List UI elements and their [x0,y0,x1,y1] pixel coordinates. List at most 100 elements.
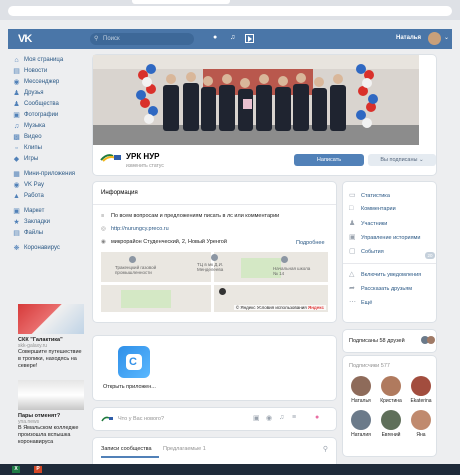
community-logo[interactable] [100,152,122,162]
subscriber[interactable]: Евгений [377,410,405,438]
menu-item-statistics[interactable]: ▭ Статистика [349,191,390,199]
sidebar: ⌂ Моя страница ▤ Новости ◉ Мессенджер ♟ Друз… [12,55,88,254]
map-pin-icon[interactable] [129,256,136,263]
sidebar-item-games[interactable]: ◆ Игры [12,154,88,165]
map[interactable]: Тракенцкий газовой промышленности ТЦ в м… [101,252,328,312]
sidebar-item-bookmarks[interactable]: ★ Закладки [12,217,88,228]
powerpoint-icon[interactable]: P [34,466,42,473]
camera-icon[interactable]: ▣ [253,414,260,422]
menu-item-notifications[interactable]: △ Включить уведомления [349,270,421,278]
friends-label: Подписаны 58 друзей [349,338,405,344]
chevron-down-icon[interactable]: ⌄ [444,34,449,41]
ad-item[interactable]: СКК "Галактика" skk-galaxy.ru Совершите … [18,304,84,370]
menu-item-share[interactable]: ➦ Рассказать друзьям [349,284,412,292]
sidebar-item-clips[interactable]: ▫ Клипы [12,143,88,154]
bell-icon[interactable]: ● [213,34,217,41]
user-name[interactable]: Наталья [396,35,421,41]
article-icon[interactable]: ≡ [292,414,296,421]
map-road [211,252,214,312]
browser-tab[interactable] [132,0,230,4]
write-button[interactable]: Написать [294,154,364,166]
map-label: Начальная школа № 14 [273,266,311,276]
music-icon[interactable]: ♫ [279,414,284,421]
sidebar-item-files[interactable]: ▤ Файлы [12,228,88,239]
ad-image[interactable] [18,304,84,334]
sidebar-item-mini-apps[interactable]: ▦ Мини-приложения [12,169,88,180]
subscribed-button[interactable]: Вы подписаны ⌄ [368,154,436,166]
info-website: ◎ http://nurungcy.preco.ru [101,226,169,232]
sidebar-item-label: Видео [24,134,42,140]
sidebar-item-video[interactable]: ▩ Видео [12,132,88,143]
tab-community-posts[interactable]: Записи сообщества [101,446,152,452]
avatar[interactable] [411,410,431,430]
sidebar-item-my-page[interactable]: ⌂ Моя страница [12,55,88,66]
avatar[interactable] [351,410,371,430]
sidebar-item-work[interactable]: ▲ Работа [12,191,88,202]
map-label: ТЦ в мк Д.И. Менделеева [197,262,224,272]
sidebar-item-messenger[interactable]: ◉ Мессенджер [12,77,88,88]
games-icon: ◆ [13,156,20,163]
address-bar[interactable] [8,6,452,16]
map-brand: Яндекс [307,305,324,310]
avatar[interactable] [351,376,371,396]
website-link[interactable]: http://nurungcy.preco.ru [111,226,169,232]
avatar[interactable] [381,410,401,430]
play-icon[interactable] [245,34,254,43]
cover-photo[interactable] [93,55,419,145]
subscriber[interactable]: Наталия [347,410,375,438]
music-icon[interactable]: ♫ [230,34,235,41]
sidebar-item-photos[interactable]: ▣ Фотографии [12,110,88,121]
search-icon[interactable]: ⚲ [323,445,328,453]
avatar[interactable] [428,32,441,45]
files-icon: ▤ [13,230,20,237]
app-logo-icon: C [129,356,137,368]
sidebar-item-coronavirus[interactable]: ❋ Коронавирус [12,243,88,254]
sidebar-item-label: VK Pay [24,182,45,188]
map-pin-icon[interactable] [281,256,288,263]
menu-item-stories[interactable]: ▣ Управление историями [349,233,420,241]
sidebar-item-market[interactable]: ▣ Маркет [12,206,88,217]
sidebar-item-news[interactable]: ▤ Новости [12,66,88,77]
excel-icon[interactable]: X [12,466,20,473]
vk-logo[interactable]: VK [18,33,32,45]
avatar[interactable] [381,376,401,396]
subscriber[interactable]: Яна [407,410,435,438]
ad-item[interactable]: Пары отменят? yna.news В Ямальском колле… [18,380,84,446]
avatar[interactable] [411,376,431,396]
subscriber[interactable]: Кристина [377,376,405,404]
sidebar-item-vk-pay[interactable]: ◉ VK Pay [12,180,88,191]
map-copyright[interactable]: © Яндекс Условия использования [236,305,307,310]
menu-item-events[interactable]: ▢ События [349,247,384,255]
menu-item-comments[interactable]: □ Комментарии [349,205,396,212]
app-icon[interactable]: C [118,346,150,378]
sidebar-item-communities[interactable]: ♟ Сообщества [12,99,88,110]
menu-item-more[interactable]: ⋯ Ещё [349,298,372,306]
ad-text[interactable]: Совершите путешествие в тропики, находяс… [18,349,84,370]
friends-subscribed[interactable]: Подписаны 58 друзей [343,330,436,352]
sidebar-item-label: Музыка [24,123,46,129]
sidebar-item-music[interactable]: ♫ Музыка [12,121,88,132]
ad-image[interactable] [18,380,84,410]
sidebar-item-label: Закладки [24,219,50,225]
sidebar-item-label: Фотографии [24,112,59,118]
map-footer[interactable]: © Яндекс Условия использования Яндекс [233,305,326,310]
sidebar-item-label: Сообщества [24,101,59,107]
menu-item-members[interactable]: ♟ Участники [349,219,387,227]
tab-suggested[interactable]: Предлагаемые 1 [163,446,206,452]
map-location-marker-icon[interactable] [219,288,226,295]
subscribers-title[interactable]: Подписчики 577 [349,363,390,369]
clips-icon: ▫ [15,145,18,152]
open-app-link[interactable]: Открыть приложен... [103,384,156,390]
ad-text[interactable]: В Ямальском колледже произошла вспышка к… [18,425,84,446]
sidebar-item-label: Игры [24,156,39,162]
subscriber[interactable]: Наталья [347,376,375,404]
status-text[interactable]: изменить статус [126,163,164,169]
sidebar-item-friends[interactable]: ♟ Друзья [12,88,88,99]
subscriber[interactable]: Ekaterina [407,376,435,404]
details-link[interactable]: Подробнее [296,240,325,246]
video-icon[interactable]: ◉ [266,414,272,422]
map-pin-icon[interactable] [211,254,218,261]
search-input[interactable]: ⚲ Поиск [90,33,194,45]
post-input[interactable]: Что у Вас нового? [118,416,164,422]
palette-icon[interactable]: ● [315,414,319,421]
